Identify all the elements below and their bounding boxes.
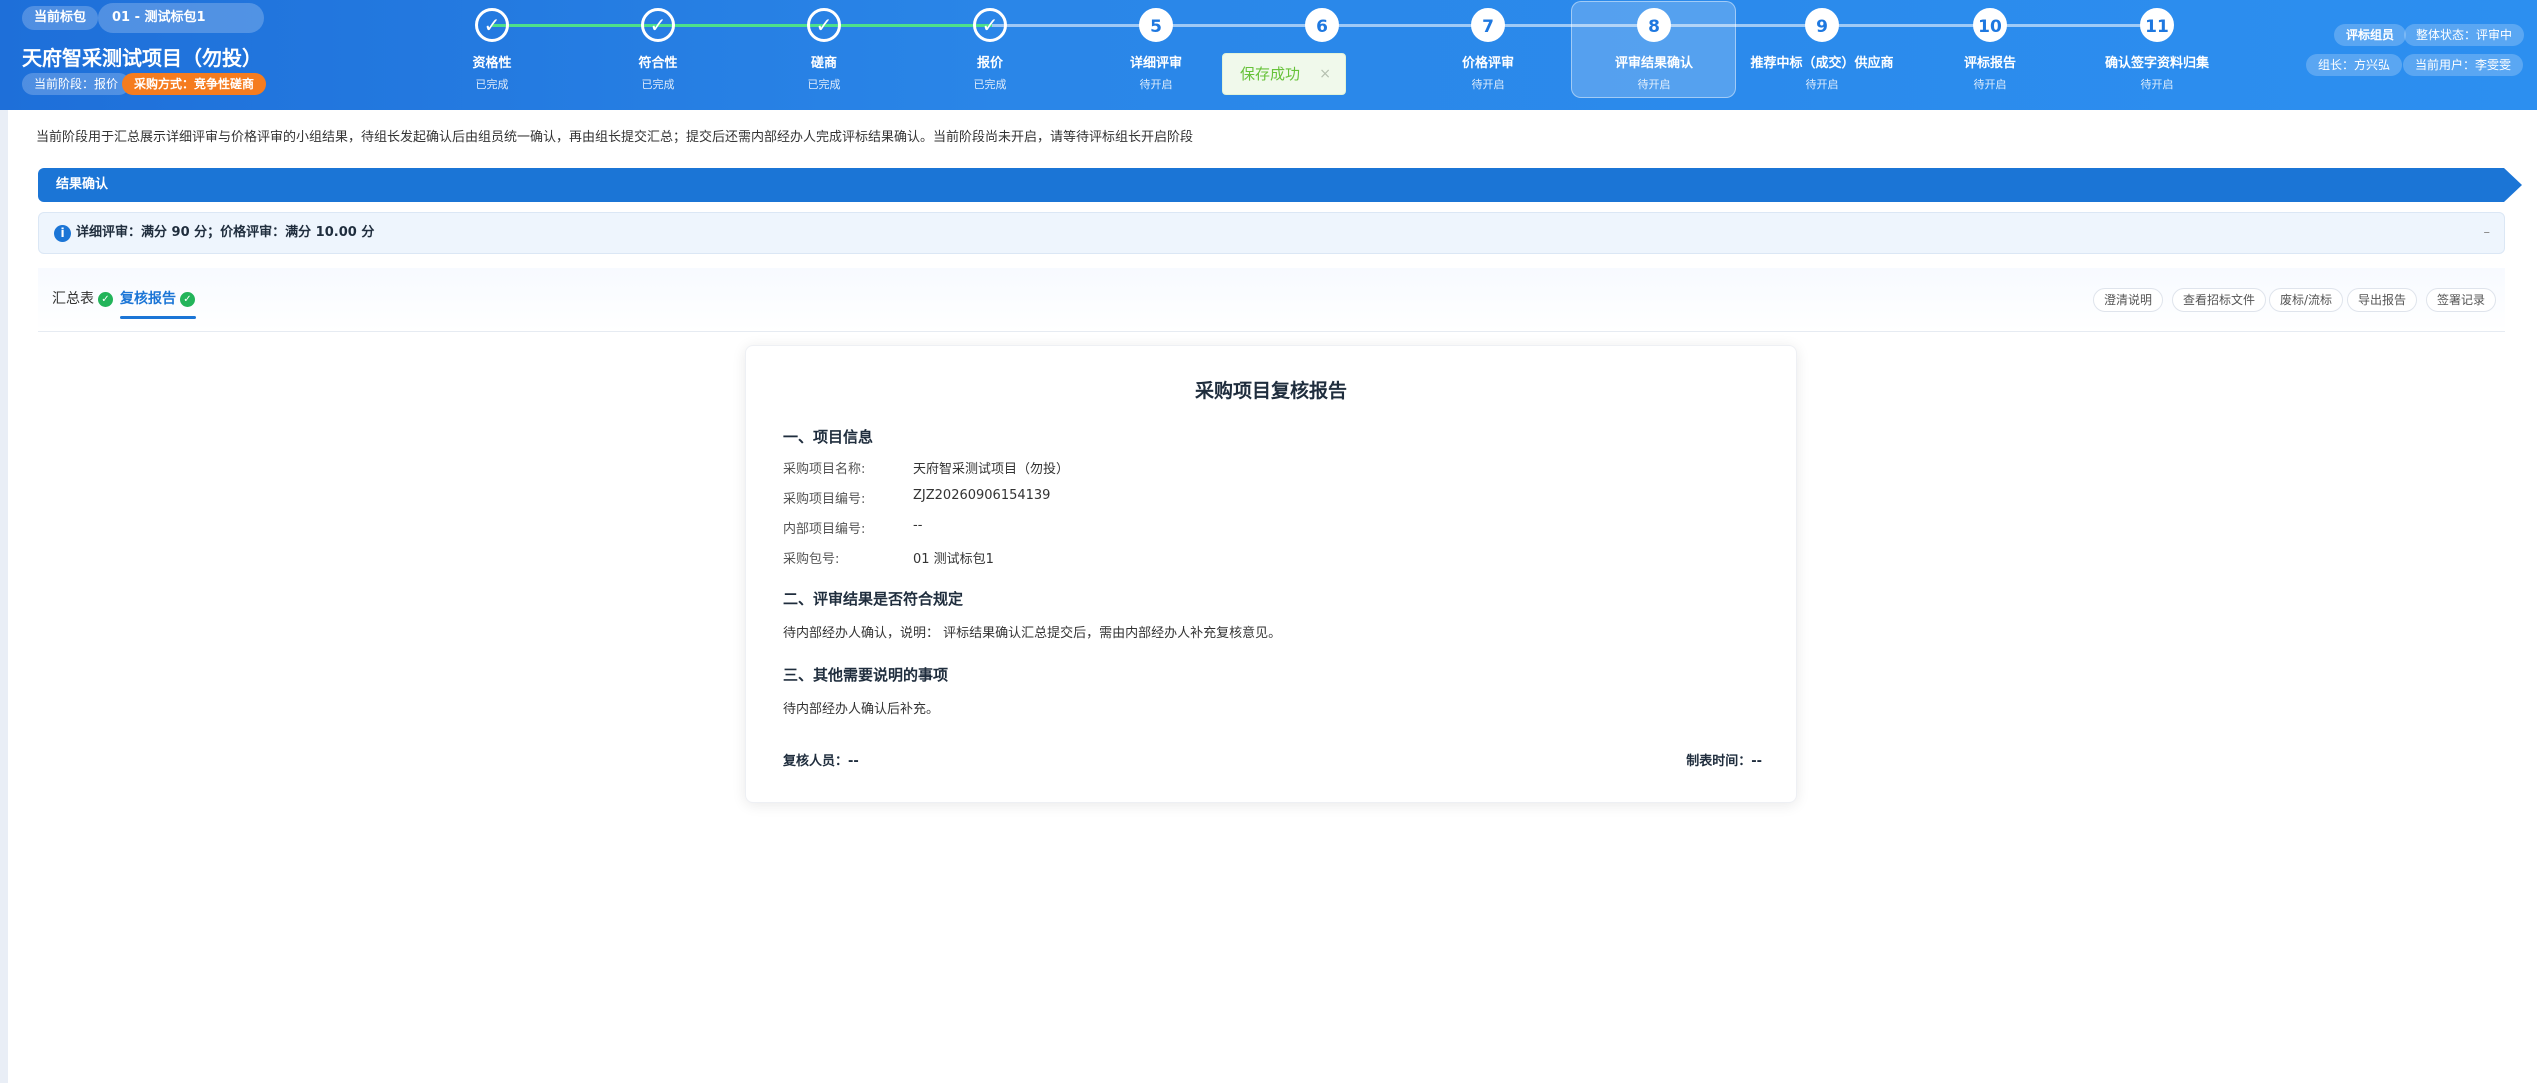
tab-summary-label: 汇总表 [52,291,94,307]
tab-summary[interactable]: 汇总表 ✓ [52,288,113,308]
step-3[interactable]: ✓ 磋商已完成 [749,8,899,92]
step-number: 9 [1805,8,1839,42]
reviewer-signature: 复核人员：-- [783,754,859,769]
field-label-project-name: 采购项目名称: [783,462,866,477]
step-number: 11 [2140,8,2174,42]
stage-info-text: 当前阶段用于汇总展示详细评审与价格评审的小组结果，待组长发起确认后由组员统一确认… [36,130,1194,145]
section-other-matters: 三、其他需要说明的事项 [783,666,949,684]
step-status: 待开启 [1973,78,2007,91]
step-status: 待开启 [1805,78,1839,91]
step-status: 已完成 [807,78,841,91]
export-report-button[interactable]: 导出报告 [2347,288,2418,312]
field-label-internal-number: 内部项目编号: [783,522,866,537]
step-label: 价格评审 [1461,56,1514,71]
step-status: 已完成 [973,78,1007,91]
step-7[interactable]: 7 价格评审待开启 [1413,8,1563,92]
step-5[interactable]: 5 详细评审待开启 [1081,8,1231,92]
step-status: 待开启 [1471,78,1505,91]
step-label: 评审结果确认 [1614,56,1693,71]
current-user-badge: 当前用户：李雯雯 [2403,54,2524,76]
success-toast: 保存成功 × [1222,53,1346,95]
view-tender-doc-button[interactable]: 查看招标文件 [2172,288,2267,312]
step-6[interactable]: 6 [1247,8,1397,52]
leader-badge: 组长：方兴弘 [2306,54,2403,76]
tab-bar: 汇总表 ✓ 复核报告 ✓ 澄清说明 查看招标文件 废标/流标 导出报告 签署记录 [38,268,2505,332]
step-status: 已完成 [641,78,675,91]
field-value-project-number: ZJZ20260906154139 [913,488,1051,503]
step-label: 磋商 [810,56,837,71]
step-number: 6 [1305,8,1339,42]
toast-close-icon[interactable]: × [1319,54,1331,94]
check-circle-icon: ✓ [180,292,195,307]
field-label-package: 采购包号: [783,552,840,567]
step-4[interactable]: ✓ 报价已完成 [915,8,1065,92]
check-icon: ✓ [973,8,1007,42]
step-number: 8 [1637,8,1671,42]
created-time: 制表时间：-- [1686,754,1762,769]
role-badge: 评标组员 [2334,24,2407,46]
step-11[interactable]: 11 确认签字资料归集 待开启 [2082,8,2232,92]
info-icon: i [54,225,71,242]
check-icon: ✓ [807,8,841,42]
field-value-internal-number: -- [913,518,923,533]
stage-badge: 当前阶段：报价 [22,73,131,95]
step-label: 报价 [976,56,1003,71]
step-8[interactable]: 8 评审结果确认 待开启 [1579,8,1729,92]
section-compliance: 二、评审结果是否符合规定 [783,590,964,608]
check-icon: ✓ [475,8,509,42]
left-edge [0,0,8,1083]
method-badge: 采购方式：竞争性磋商 [122,73,267,95]
current-package-label: 当前标包 [22,6,99,30]
step-label: 符合性 [638,56,678,71]
score-info-bar: i 详细评审：满分 90 分；价格评审：满分 10.00 分 – [38,212,2505,254]
active-tab-indicator [120,316,196,319]
other-matters-text: 待内部经办人确认后补充。 [783,702,940,717]
step-status: 待开启 [1139,78,1173,91]
step-label: 资格性 [472,56,512,71]
project-title: 天府智采测试项目（勿投） [22,46,262,70]
signature-record-button[interactable]: 签署记录 [2426,288,2497,312]
tab-review-report-label: 复核报告 [120,291,176,307]
step-label: 确认签字资料归集 [2104,56,2209,71]
review-report-card: 采购项目复核报告 一、项目信息 采购项目名称: 天府智采测试项目（勿投） 采购项… [745,345,1797,803]
report-title: 采购项目复核报告 [1194,380,1347,402]
tab-review-report[interactable]: 复核报告 ✓ [120,288,195,308]
banner-arrow [2504,168,2522,202]
collapse-icon[interactable]: – [2484,213,2491,253]
step-1[interactable]: ✓ 资格性已完成 [417,8,567,92]
step-number: 10 [1973,8,2007,42]
step-10[interactable]: 10 评标报告待开启 [1915,8,2065,92]
step-label: 详细评审 [1129,56,1182,71]
check-icon: ✓ [641,8,675,42]
package-selector[interactable]: 01 - 测试标包1 [98,3,264,33]
step-status: 待开启 [1637,78,1671,91]
step-number: 7 [1471,8,1505,42]
abandon-bid-button[interactable]: 废标/流标 [2269,288,2344,312]
toast-message: 保存成功 [1240,65,1301,83]
step-label: 推荐中标（成交）供应商 [1750,56,1894,71]
step-label: 评标报告 [1963,56,2016,71]
section-project-info: 一、项目信息 [783,428,874,446]
compliance-text: 待内部经办人确认，说明： 评标结果确认汇总提交后，需由内部经办人补充复核意见。 [783,626,1282,641]
check-circle-icon: ✓ [98,292,113,307]
field-label-project-number: 采购项目编号: [783,492,866,507]
step-status: 待开启 [2140,78,2174,91]
field-value-package: 01 测试标包1 [913,552,994,567]
step-number: 5 [1139,8,1173,42]
section-banner: 结果确认 [38,168,2504,202]
score-info-text: 详细评审：满分 90 分；价格评审：满分 10.00 分 [76,225,375,240]
step-status: 已完成 [475,78,509,91]
clarification-button[interactable]: 澄清说明 [2093,288,2164,312]
step-9[interactable]: 9 推荐中标（成交）供应商 待开启 [1747,8,1897,92]
field-value-project-name: 天府智采测试项目（勿投） [913,462,1070,477]
step-2[interactable]: ✓ 符合性已完成 [583,8,733,92]
overall-status-badge: 整体状态：评审中 [2404,24,2525,46]
